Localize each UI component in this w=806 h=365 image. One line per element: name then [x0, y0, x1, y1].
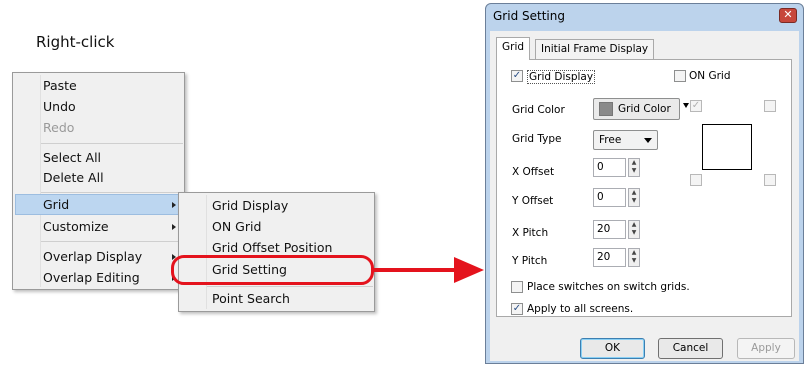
spin-up-icon[interactable]: ▲ — [629, 159, 639, 167]
x-offset-input[interactable]: 0 — [593, 158, 626, 177]
preview-corner-checkbox-bottom-right[interactable] — [764, 174, 776, 186]
submenu-item-point-search[interactable]: Point Search — [212, 288, 290, 309]
x-pitch-spinner[interactable]: ▲ ▼ — [628, 220, 640, 239]
preview-corner-checkbox-top-right[interactable] — [764, 100, 776, 112]
grid-color-button-label: Grid Color — [618, 103, 671, 115]
grid-type-label: Grid Type — [512, 133, 562, 145]
y-offset-spinner[interactable]: ▲ ▼ — [628, 188, 640, 207]
place-switches-label: Place switches on switch grids. — [527, 281, 690, 293]
chevron-down-icon — [644, 138, 652, 143]
grid-type-value: Free — [599, 134, 622, 146]
menu-item-customize[interactable]: Customize — [43, 216, 109, 237]
menu-gutter — [206, 195, 207, 309]
grid-submenu: Grid Display ON Grid Grid Offset Positio… — [178, 192, 375, 312]
menu-item-overlap-display[interactable]: Overlap Display — [43, 246, 142, 267]
preview-corner-checkbox-bottom-left[interactable] — [690, 174, 702, 186]
apply-button[interactable]: Apply — [737, 338, 795, 359]
submenu-arrow-icon — [172, 202, 176, 208]
dialog-client: Grid Initial Frame Display ✓ Grid Displa… — [490, 31, 799, 361]
menu-gutter — [40, 75, 41, 287]
grid-display-label: Grid Display — [527, 70, 596, 84]
on-grid-checkbox[interactable] — [674, 70, 686, 82]
y-pitch-spinner[interactable]: ▲ ▼ — [628, 248, 640, 267]
submenu-arrow-icon — [172, 224, 176, 230]
pointer-arrow-icon — [374, 257, 484, 283]
menu-item-overlap-editing[interactable]: Overlap Editing — [43, 267, 140, 288]
y-pitch-label: Y Pitch — [512, 255, 548, 267]
grid-setting-highlight-ring — [171, 255, 374, 285]
place-switches-checkbox[interactable] — [511, 281, 523, 293]
menu-item-select-all[interactable]: Select All — [43, 147, 101, 168]
menu-item-undo[interactable]: Undo — [43, 96, 76, 117]
submenu-item-grid-display[interactable]: Grid Display — [212, 195, 288, 216]
spin-down-icon[interactable]: ▼ — [629, 197, 639, 205]
spin-up-icon[interactable]: ▲ — [629, 189, 639, 197]
grid-preview-box — [702, 124, 752, 170]
spin-up-icon[interactable]: ▲ — [629, 249, 639, 257]
caption-right-click: Right-click — [36, 33, 115, 51]
tab-initial-frame-display[interactable]: Initial Frame Display — [535, 39, 655, 59]
x-pitch-label: X Pitch — [512, 227, 549, 239]
context-menu: Paste Undo Redo Select All Delete All Gr… — [12, 72, 185, 290]
menu-separator — [207, 286, 373, 287]
on-grid-label: ON Grid — [689, 70, 731, 82]
submenu-item-on-grid[interactable]: ON Grid — [212, 216, 261, 237]
menu-separator — [41, 241, 183, 242]
menu-item-delete-all[interactable]: Delete All — [43, 167, 104, 188]
x-pitch-input[interactable]: 20 — [593, 220, 626, 239]
spin-down-icon[interactable]: ▼ — [629, 167, 639, 175]
cancel-button[interactable]: Cancel — [658, 338, 723, 359]
grid-setting-dialog: Grid Setting ✕ Grid Initial Frame Displa… — [485, 3, 804, 364]
grid-color-label: Grid Color — [512, 104, 565, 116]
y-offset-input[interactable]: 0 — [593, 188, 626, 207]
dialog-titlebar[interactable]: Grid Setting ✕ — [486, 4, 803, 28]
menu-separator — [41, 192, 183, 193]
menu-item-paste[interactable]: Paste — [43, 75, 77, 96]
dialog-title: Grid Setting — [493, 9, 565, 23]
grid-color-button[interactable]: Grid Color — [593, 98, 680, 120]
grid-type-select[interactable]: Free — [593, 130, 658, 150]
close-button[interactable]: ✕ — [779, 8, 797, 23]
menu-item-redo[interactable]: Redo — [43, 117, 74, 138]
apply-all-checkbox[interactable]: ✓ — [511, 303, 523, 315]
y-pitch-input[interactable]: 20 — [593, 248, 626, 267]
menu-separator — [41, 143, 183, 144]
tab-panel-grid: ✓ Grid Display ON Grid Grid Color Grid C… — [496, 59, 792, 317]
menu-item-grid-label: Grid — [43, 197, 70, 212]
menu-item-grid[interactable]: Grid — [15, 194, 183, 215]
apply-all-label: Apply to all screens. — [527, 303, 634, 315]
grid-display-checkbox[interactable]: ✓ — [511, 70, 523, 82]
ok-button[interactable]: OK — [580, 338, 645, 359]
tab-grid[interactable]: Grid — [496, 37, 531, 60]
grid-color-swatch — [599, 102, 613, 116]
spin-up-icon[interactable]: ▲ — [629, 221, 639, 229]
preview-corner-checkbox-top-left[interactable]: ✓ — [690, 100, 702, 112]
spin-down-icon[interactable]: ▼ — [629, 257, 639, 265]
close-icon: ✕ — [783, 8, 793, 21]
y-offset-label: Y Offset — [512, 195, 554, 207]
x-offset-spinner[interactable]: ▲ ▼ — [628, 158, 640, 177]
grid-color-dropdown-icon[interactable] — [683, 103, 689, 108]
spin-down-icon[interactable]: ▼ — [629, 229, 639, 237]
x-offset-label: X Offset — [512, 166, 555, 178]
